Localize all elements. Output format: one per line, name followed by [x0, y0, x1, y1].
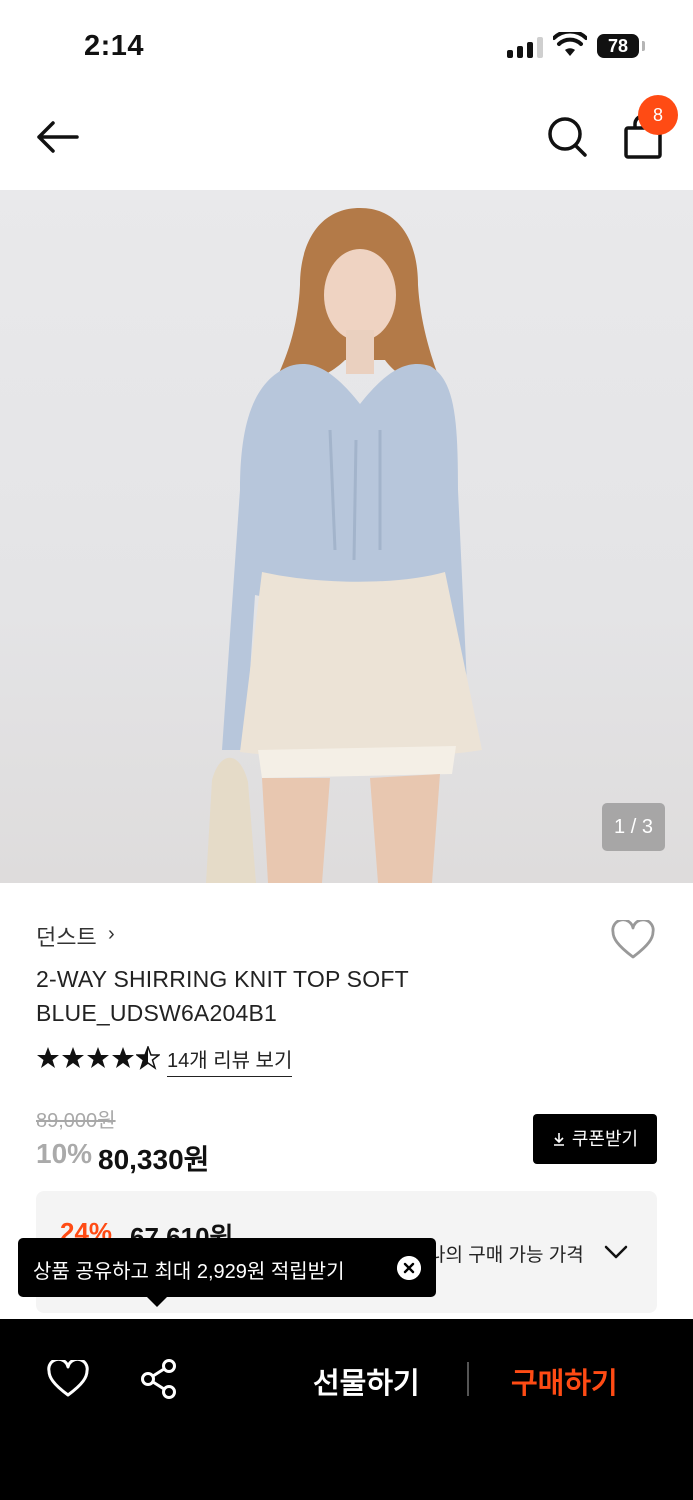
- status-time: 2:14: [84, 30, 145, 62]
- star-full-icon: [37, 1047, 59, 1068]
- rating-stars: [36, 1046, 161, 1072]
- best-price-label: 나의 구매 가능 가격: [428, 1245, 584, 1266]
- back-arrow-icon[interactable]: [34, 115, 80, 159]
- chevron-right-icon[interactable]: ›: [108, 923, 115, 946]
- wifi-icon: [553, 32, 587, 56]
- review-link[interactable]: 14개 리뷰 보기: [167, 1044, 293, 1077]
- sale-price: 80,330원: [98, 1144, 210, 1175]
- coupon-label: 쿠폰받기: [571, 1129, 639, 1149]
- bottom-action-bar: [0, 1319, 693, 1500]
- divider: [467, 1362, 469, 1396]
- coupon-button[interactable]: 쿠폰받기: [533, 1114, 657, 1164]
- model-illustration: [206, 208, 482, 883]
- tooltip-text: 상품 공유하고 최대 2,929원 적립받기: [33, 1261, 345, 1283]
- heart-icon[interactable]: [47, 1360, 89, 1398]
- search-icon[interactable]: [545, 114, 589, 160]
- cart-count-badge: 8: [638, 95, 678, 135]
- brand-link[interactable]: 던스트: [36, 920, 97, 952]
- battery-icon: 78: [597, 34, 639, 58]
- battery-tip: [642, 41, 645, 51]
- buy-button[interactable]: 구매하기: [511, 1360, 618, 1402]
- heart-outline-icon[interactable]: [611, 920, 655, 960]
- download-icon: [553, 1133, 564, 1146]
- star-full-icon: [87, 1047, 109, 1068]
- star-full-icon: [62, 1047, 84, 1068]
- product-name: 2-WAY SHIRRING KNIT TOP SOFT BLUE_UDSW6A…: [36, 966, 409, 1026]
- product-photo[interactable]: [0, 190, 693, 883]
- tooltip-arrow: [146, 1296, 168, 1307]
- original-price: 89,000원: [36, 1110, 116, 1132]
- chevron-down-icon[interactable]: [604, 1244, 628, 1260]
- discount-rate: 10%: [36, 1138, 93, 1169]
- photo-counter: 1 / 3: [602, 803, 665, 851]
- star-full-icon: [112, 1047, 134, 1068]
- signal-icon: [507, 36, 543, 58]
- star-half-icon: [136, 1046, 160, 1070]
- share-icon[interactable]: [139, 1358, 179, 1400]
- share-reward-tooltip: 상품 공유하고 최대 2,929원 적립받기: [18, 1238, 436, 1297]
- gift-button[interactable]: 선물하기: [313, 1360, 420, 1402]
- close-icon[interactable]: [397, 1256, 421, 1280]
